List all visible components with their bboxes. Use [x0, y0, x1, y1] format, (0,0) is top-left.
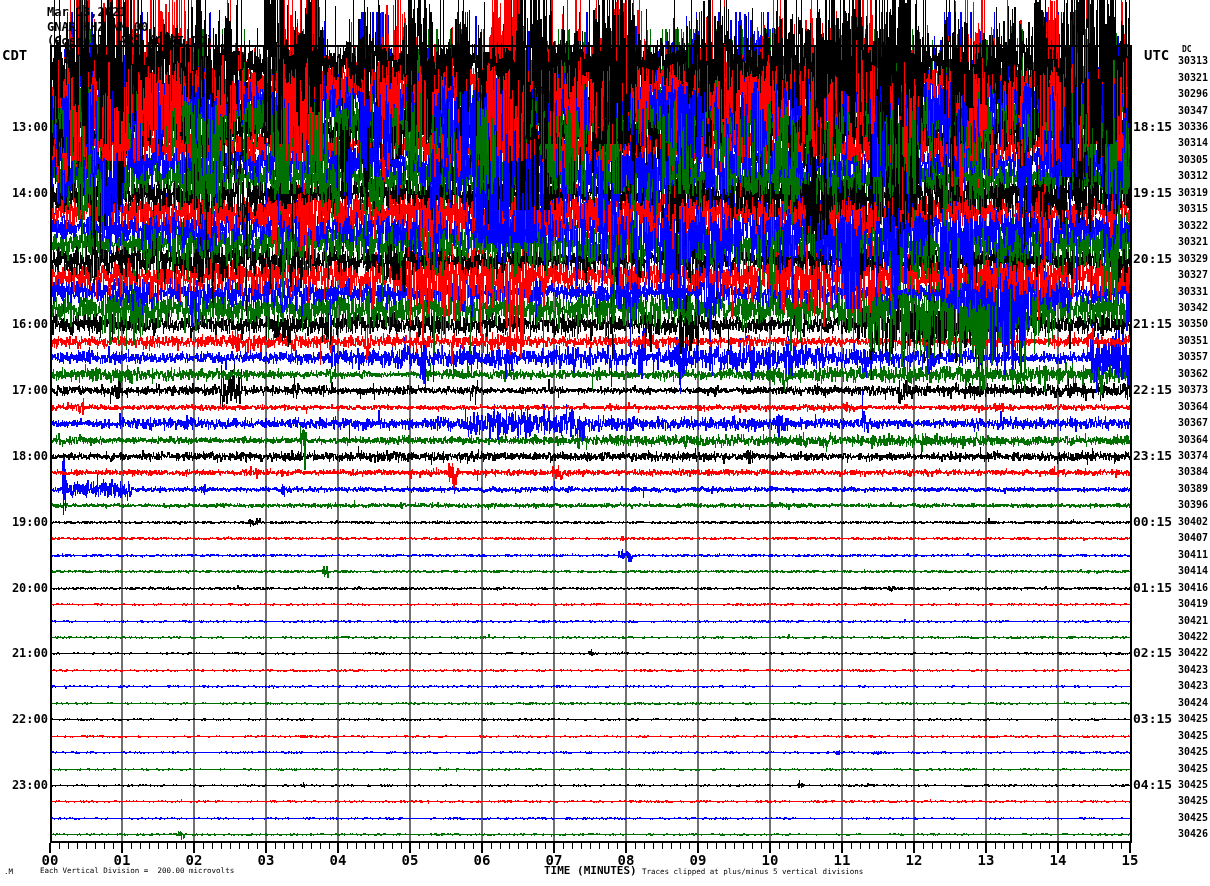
- dc-value-row-6: 30314: [1178, 137, 1208, 148]
- dc-value-row-37: 30422: [1178, 647, 1208, 658]
- dc-value-row-15: 30331: [1178, 286, 1208, 297]
- dc-value-row-13: 30329: [1178, 253, 1208, 264]
- dc-value-row-41: 30425: [1178, 713, 1208, 724]
- x-label-13: 13: [978, 852, 995, 868]
- dc-value-row-7: 30305: [1178, 154, 1208, 165]
- dc-value-row-39: 30423: [1178, 680, 1208, 691]
- dc-value-row-45: 30425: [1178, 779, 1208, 790]
- dc-value-row-42: 30425: [1178, 730, 1208, 741]
- dc-value-row-16: 30342: [1178, 302, 1208, 313]
- dc-value-row-14: 30327: [1178, 269, 1208, 280]
- dc-value-row-22: 30364: [1178, 401, 1208, 412]
- dc-value-row-29: 30402: [1178, 516, 1208, 527]
- dc-value-row-43: 30425: [1178, 746, 1208, 757]
- right-time-2215: 22:15: [1133, 382, 1172, 397]
- dc-value-row-2: 30321: [1178, 72, 1208, 83]
- dc-value-row-1: 30313: [1178, 55, 1208, 66]
- dc-value-row-31: 30411: [1178, 549, 1208, 560]
- right-time-0215: 02:15: [1133, 645, 1172, 660]
- x-label-06: 06: [474, 852, 491, 868]
- right-time-0415: 04:15: [1133, 777, 1172, 792]
- helicorder-page: Mar 13,2021 GNAR HHZ NM 00 (Gosnell, AR)…: [0, 0, 1210, 886]
- left-time-2100: 21:00: [8, 646, 48, 660]
- dc-value-row-3: 30296: [1178, 88, 1208, 99]
- left-time-1900: 19:00: [8, 515, 48, 529]
- dc-value-row-9: 30319: [1178, 187, 1208, 198]
- header-location: (Gosnell, AR) (CERI,DD): [47, 34, 213, 48]
- dc-value-row-30: 30407: [1178, 532, 1208, 543]
- dc-value-row-26: 30384: [1178, 466, 1208, 477]
- header-station: GNAR HHZ NM 00: [47, 20, 148, 34]
- dc-value-row-32: 30414: [1178, 565, 1208, 576]
- dc-value-row-23: 30367: [1178, 417, 1208, 428]
- right-time-1815: 18:15: [1133, 119, 1172, 134]
- dc-value-row-28: 30396: [1178, 499, 1208, 510]
- right-timezone-label: UTC: [1144, 47, 1169, 63]
- x-label-03: 03: [258, 852, 275, 868]
- dc-value-row-19: 30357: [1178, 351, 1208, 362]
- left-time-1600: 16:00: [8, 317, 48, 331]
- dc-value-row-48: 30426: [1178, 828, 1208, 839]
- dc-value-row-4: 30347: [1178, 105, 1208, 116]
- left-timezone-label: CDT: [2, 47, 27, 63]
- x-axis-title: TIME (MINUTES): [544, 864, 637, 877]
- dc-value-row-44: 30425: [1178, 763, 1208, 774]
- dc-value-row-27: 30389: [1178, 483, 1208, 494]
- dc-value-row-18: 30351: [1178, 335, 1208, 346]
- dc-value-row-33: 30416: [1178, 582, 1208, 593]
- dc-value-row-25: 30374: [1178, 450, 1208, 461]
- left-time-1400: 14:00: [8, 186, 48, 200]
- dc-value-row-40: 30424: [1178, 697, 1208, 708]
- right-time-1915: 19:15: [1133, 185, 1172, 200]
- x-label-14: 14: [1050, 852, 1067, 868]
- dc-value-row-34: 30419: [1178, 598, 1208, 609]
- helicorder-canvas: [0, 0, 1210, 886]
- header-date: Mar 13,2021: [47, 5, 126, 19]
- left-time-2300: 23:00: [8, 778, 48, 792]
- dc-value-row-46: 30425: [1178, 795, 1208, 806]
- left-time-1700: 17:00: [8, 383, 48, 397]
- x-label-15: 15: [1122, 852, 1139, 868]
- right-time-2315: 23:15: [1133, 448, 1172, 463]
- dc-value-row-20: 30362: [1178, 368, 1208, 379]
- dc-value-row-21: 30373: [1178, 384, 1208, 395]
- right-time-0015: 00:15: [1133, 514, 1172, 529]
- corner-units-label: .M: [4, 867, 13, 876]
- x-label-12: 12: [906, 852, 923, 868]
- dc-value-row-35: 30421: [1178, 615, 1208, 626]
- dc-value-row-5: 30336: [1178, 121, 1208, 132]
- dc-value-row-38: 30423: [1178, 664, 1208, 675]
- right-time-0315: 03:15: [1133, 711, 1172, 726]
- x-label-10: 10: [762, 852, 779, 868]
- dc-value-row-17: 30350: [1178, 318, 1208, 329]
- dc-value-row-12: 30321: [1178, 236, 1208, 247]
- dc-value-row-10: 30315: [1178, 203, 1208, 214]
- right-time-2015: 20:15: [1133, 251, 1172, 266]
- left-time-1800: 18:00: [8, 449, 48, 463]
- x-label-09: 09: [690, 852, 707, 868]
- x-label-11: 11: [834, 852, 851, 868]
- dc-column-header: DC: [1182, 45, 1192, 54]
- dc-value-row-24: 30364: [1178, 434, 1208, 445]
- x-label-05: 05: [402, 852, 419, 868]
- right-time-0115: 01:15: [1133, 580, 1172, 595]
- dc-value-row-11: 30322: [1178, 220, 1208, 231]
- dc-value-row-8: 30312: [1178, 170, 1208, 181]
- left-time-2000: 20:00: [8, 581, 48, 595]
- left-time-1500: 15:00: [8, 252, 48, 266]
- x-label-04: 04: [330, 852, 347, 868]
- dc-value-row-36: 30422: [1178, 631, 1208, 642]
- right-time-2115: 21:15: [1133, 316, 1172, 331]
- footer-clip-note: Traces clipped at plus/minus 5 vertical …: [642, 867, 863, 876]
- dc-value-row-47: 30425: [1178, 812, 1208, 823]
- left-time-2200: 22:00: [8, 712, 48, 726]
- footer-scale-note: Each Vertical Division = 200.00 microvol…: [40, 866, 234, 875]
- left-time-1300: 13:00: [8, 120, 48, 134]
